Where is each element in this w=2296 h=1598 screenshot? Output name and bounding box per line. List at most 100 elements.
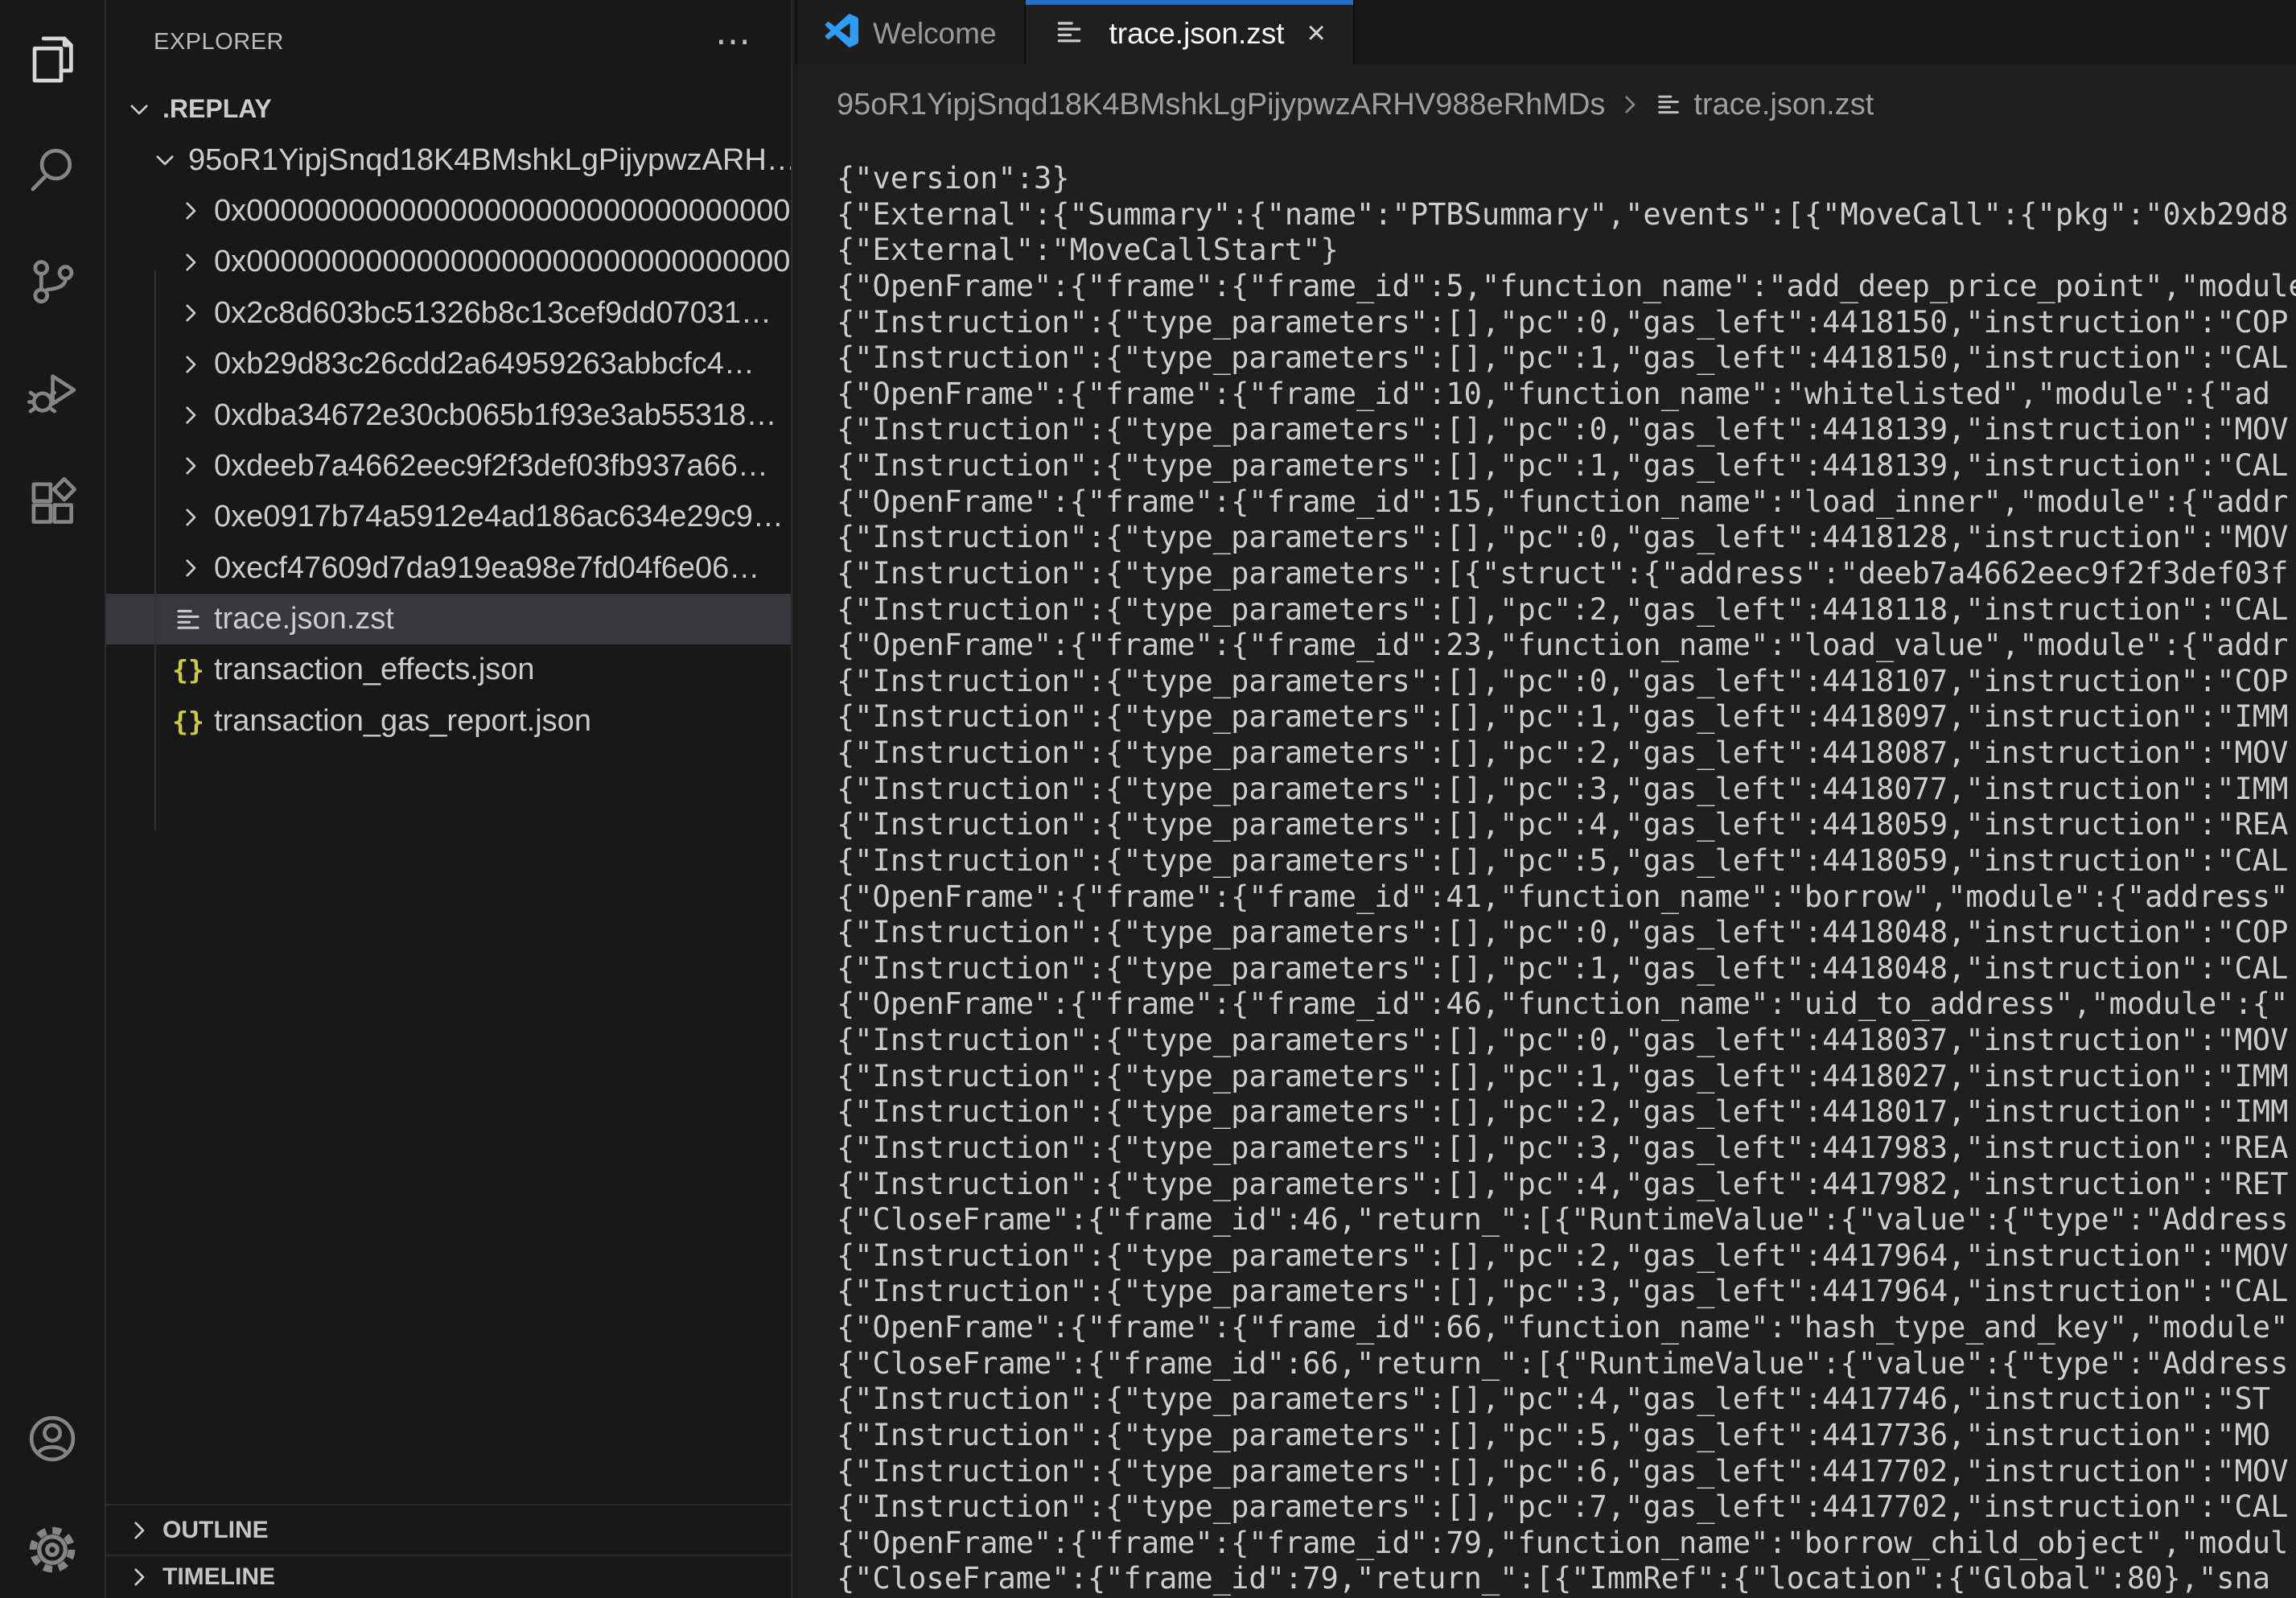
tab-welcome[interactable]: Welcome [796,0,1026,64]
code-line: {"Instruction":{"type_parameters":[],"pc… [837,843,2296,879]
tree-folder-row[interactable]: 0xdeeb7a4662eec9f2f3def03fb937a66… [106,441,791,492]
code-line: {"External":"MoveCallStart"} [837,233,2296,269]
tree-file-row[interactable]: transaction_gas_report.json [106,696,791,747]
code-line: {"version":3} [837,161,2296,197]
file-lines-icon [1655,91,1682,118]
file-tree: .REPLAY 95oR1YipjSnqd18K4BMshkLgPijypwzA… [106,84,791,747]
tree-folder-row[interactable]: 0x2c8d603bc51326b8c13cef9dd07031… [106,288,791,339]
code-line: {"OpenFrame":{"frame":{"frame_id":15,"fu… [837,484,2296,521]
file-lines-icon [172,605,204,634]
code-line: {"Instruction":{"type_parameters":[],"pc… [837,520,2296,556]
editor-group: Welcome trace.json.zst × 95oR1YipjSnqd18… [794,0,2296,1598]
code-line: {"Instruction":{"type_parameters":[],"pc… [837,699,2296,735]
tab-trace-json-zst[interactable]: trace.json.zst × [1026,0,1355,64]
chevron-right-icon [177,351,204,378]
chevron-right-icon [1616,91,1644,118]
tree-folder-row[interactable]: 0xdba34672e30cb065b1f93e3ab55318… [106,389,791,440]
folder-name: 0xdeeb7a4662eec9f2f3def03fb937a66… [214,449,768,484]
indent-guide [154,270,156,830]
sidebar-bottom-sections: OUTLINE TIMELINE [106,1504,791,1598]
search-icon [26,144,79,197]
code-line: {"Instruction":{"type_parameters":[],"pc… [837,1382,2296,1418]
chevron-right-icon [177,249,204,276]
breadcrumb-file[interactable]: trace.json.zst [1693,88,1874,122]
code-line: {"Instruction":{"type_parameters":[],"pc… [837,1094,2296,1131]
source-control-icon [26,255,79,308]
chevron-down-icon [151,146,179,174]
folder-name: 95oR1YipjSnqd18K4BMshkLgPijypwzARH… [188,143,791,178]
source-control-view-button[interactable] [25,254,80,309]
chevron-down-icon [125,96,153,123]
chevron-right-icon [177,452,204,480]
file-name: trace.json.zst [214,602,394,636]
folder-name: 0xe0917b74a5912e4ad186ac634e29c9… [214,500,784,534]
code-line: {"Instruction":{"type_parameters":[],"pc… [837,1023,2296,1059]
code-line: {"OpenFrame":{"frame":{"frame_id":66,"fu… [837,1310,2296,1346]
code-line: {"Instruction":{"type_parameters":[],"pc… [837,1131,2296,1167]
search-view-button[interactable] [25,143,80,198]
file-name: transaction_gas_report.json [214,704,591,739]
chevron-right-icon [177,554,204,582]
tree-folder-row[interactable]: 0xecf47609d7da919ea98e7fd04f6e06… [106,543,791,594]
tree-root-replay[interactable]: .REPLAY [106,84,791,134]
activity-bar-top [0,32,105,531]
code-line: {"Instruction":{"type_parameters":[],"pc… [837,772,2296,808]
extensions-view-button[interactable] [25,476,80,531]
tree-children: 0x00000000000000000000000000000000… 0x00… [106,186,791,747]
code-line: {"OpenFrame":{"frame":{"frame_id":23,"fu… [837,628,2296,664]
breadcrumb-folder[interactable]: 95oR1YipjSnqd18K4BMshkLgPijypwzARHV988eR… [837,88,1605,122]
tree-file-row[interactable]: trace.json.zst [106,594,791,645]
activity-bar [0,0,106,1598]
code-line: {"Instruction":{"type_parameters":[],"pc… [837,1274,2296,1310]
code-line: {"Instruction":{"type_parameters":[],"pc… [837,735,2296,772]
tree-folder-row[interactable]: 0x00000000000000000000000000000000… [106,237,791,287]
run-and-debug-view-button[interactable] [25,365,80,420]
files-icon [26,33,79,86]
code-line: {"Instruction":{"type_parameters":[],"pc… [837,1489,2296,1526]
activity-bar-bottom [0,1411,105,1577]
vscode-window: EXPLORER ⋯ .REPLAY 95oR1YipjSnqd18K4BMsh… [0,0,2296,1598]
tree-folder-row[interactable]: 0xb29d83c26cdd2a64959263abbcfc4… [106,339,791,389]
section-outline[interactable]: OUTLINE [106,1504,791,1555]
chevron-right-icon [177,299,204,327]
code-line: {"Instruction":{"type_parameters":[],"pc… [837,340,2296,377]
root-folder-label: .REPLAY [163,94,272,124]
tree-file-row[interactable]: transaction_effects.json [106,645,791,695]
tree-folder-row[interactable]: 0x00000000000000000000000000000000… [106,186,791,237]
explorer-view-button[interactable] [25,32,80,87]
code-line: {"Instruction":{"type_parameters":[],"pc… [837,1418,2296,1454]
breadcrumb: 95oR1YipjSnqd18K4BMshkLgPijypwzARHV988eR… [794,64,2296,145]
tree-folder-digest[interactable]: 95oR1YipjSnqd18K4BMshkLgPijypwzARH… [106,134,791,185]
tree-folder-row[interactable]: 0xe0917b74a5912e4ad186ac634e29c9… [106,492,791,542]
code-line: {"Instruction":{"type_parameters":[],"pc… [837,664,2296,700]
settings-button[interactable] [25,1522,80,1577]
account-button[interactable] [25,1411,80,1466]
explorer-sidebar: EXPLORER ⋯ .REPLAY 95oR1YipjSnqd18K4BMsh… [106,0,792,1598]
chevron-right-icon [125,1517,153,1544]
code-line: {"CloseFrame":{"frame_id":66,"return_":[… [837,1346,2296,1382]
outline-section-label: OUTLINE [163,1517,269,1544]
vscode-logo-icon [825,14,858,51]
code-line: {"Instruction":{"type_parameters":[],"pc… [837,1059,2296,1095]
more-actions-icon[interactable]: ⋯ [715,34,752,50]
chevron-right-icon [177,402,204,429]
folder-name: 0x00000000000000000000000000000000… [214,245,791,279]
code-line: {"Instruction":{"type_parameters":[],"pc… [837,915,2296,951]
close-icon[interactable]: × [1307,14,1326,51]
section-timeline[interactable]: TIMELINE [106,1555,791,1598]
json-braces-icon [172,706,204,737]
code-line: {"OpenFrame":{"frame":{"frame_id":79,"fu… [837,1526,2296,1562]
editor-content[interactable]: {"version":3}{"External":{"Summary":{"na… [794,145,2296,1598]
code-line: {"CloseFrame":{"frame_id":46,"return_":[… [837,1202,2296,1238]
account-icon [26,1412,79,1465]
debug-icon [26,366,79,419]
tab-label: Welcome [873,14,997,51]
timeline-section-label: TIMELINE [163,1563,275,1591]
folder-name: 0xecf47609d7da919ea98e7fd04f6e06… [214,551,759,586]
chevron-right-icon [177,197,204,224]
code-line: {"Instruction":{"type_parameters":[],"pc… [837,1238,2296,1275]
chevron-right-icon [125,1563,153,1591]
code-line: {"OpenFrame":{"frame":{"frame_id":41,"fu… [837,879,2296,916]
code-line: {"Instruction":{"type_parameters":[],"pc… [837,412,2296,448]
code-line: {"OpenFrame":{"frame":{"frame_id":10,"fu… [837,377,2296,413]
